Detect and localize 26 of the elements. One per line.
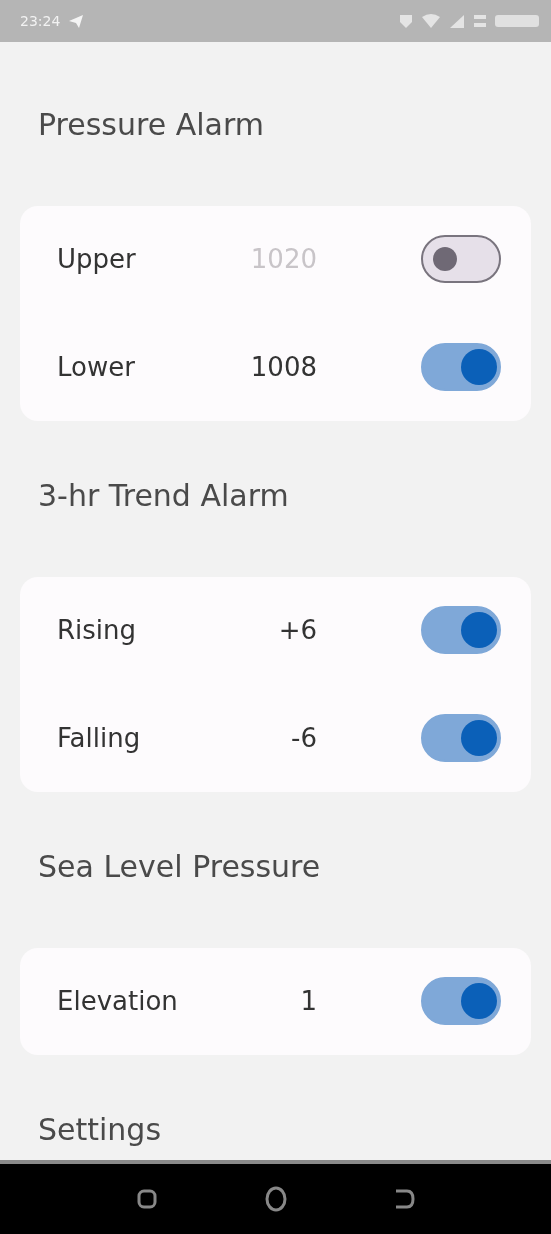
section-heading: 3-hr Trend Alarm	[38, 477, 290, 515]
toggle-switch[interactable]	[421, 343, 501, 391]
clock: 23:24	[20, 13, 61, 29]
row-label: Falling	[57, 723, 142, 753]
shield-icon	[399, 13, 413, 29]
row-value[interactable]: +6	[197, 615, 317, 645]
row-label: Elevation	[57, 986, 179, 1016]
toggle-switch[interactable]	[421, 235, 501, 283]
home-icon[interactable]	[263, 1185, 288, 1213]
battery-icon	[495, 13, 539, 29]
signal-icon	[449, 13, 465, 29]
data-icon	[473, 13, 487, 29]
row-label: Rising	[57, 615, 138, 645]
row-value[interactable]: -6	[197, 723, 317, 753]
toggle-switch[interactable]	[421, 977, 501, 1025]
section-heading: Settings	[38, 1111, 163, 1149]
row-value[interactable]: 1	[197, 986, 317, 1016]
section-heading: Sea Level Pressure	[38, 848, 322, 886]
toggle-switch[interactable]	[421, 606, 501, 654]
toggle-switch[interactable]	[421, 714, 501, 762]
section-heading: Pressure Alarm	[38, 106, 265, 144]
row-label: Upper	[57, 244, 137, 274]
row-label: Lower	[57, 352, 136, 382]
wifi-icon	[421, 13, 441, 29]
send-icon	[68, 13, 85, 29]
row-value[interactable]: 1008	[197, 352, 317, 382]
